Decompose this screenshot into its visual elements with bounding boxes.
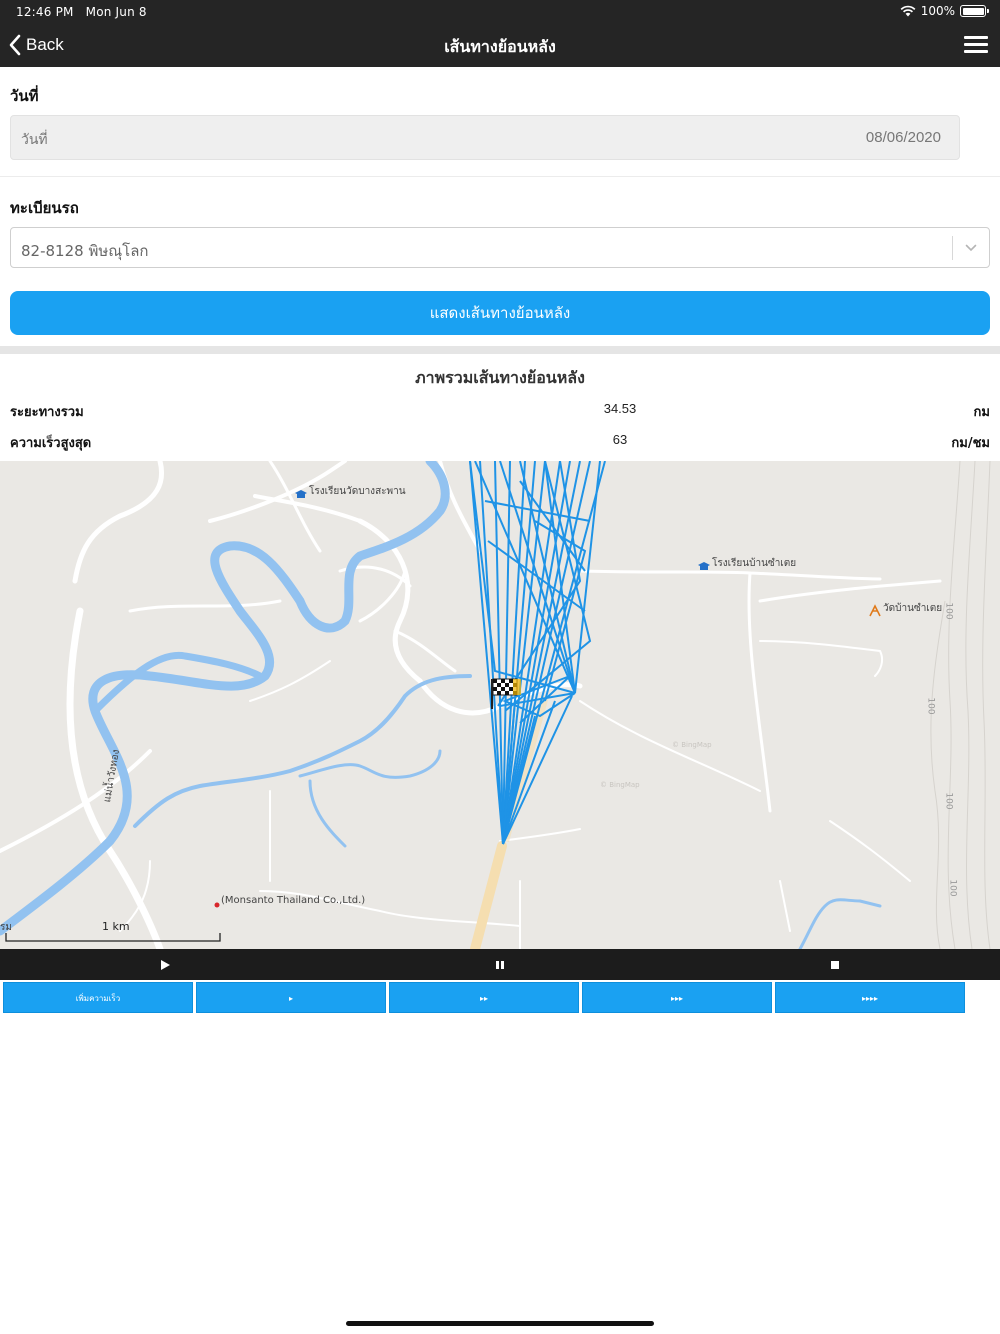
date-placeholder: วันที่ bbox=[21, 132, 48, 148]
poi-dot-icon bbox=[214, 902, 220, 908]
contour-label: 100 bbox=[943, 602, 954, 620]
map-label-edge: รม bbox=[0, 922, 12, 933]
plate-select[interactable]: 82-8128 พิษณุโลก bbox=[10, 227, 990, 268]
date-field[interactable]: วันที่ 08/06/2020 bbox=[10, 115, 960, 160]
wifi-icon bbox=[900, 5, 916, 17]
battery-icon bbox=[960, 5, 989, 17]
speed-controls: เพิ่มความเร็ว ▸ ▸▸ ▸▸▸ ▸▸▸▸ bbox=[0, 981, 1000, 1015]
map-label-company: (Monsanto Thailand Co.,Ltd.) bbox=[221, 895, 366, 906]
speed-4x-button[interactable]: ▸▸▸▸ bbox=[775, 982, 965, 1013]
speed-2x-button[interactable]: ▸▸ bbox=[389, 982, 579, 1013]
plate-label: ทะเบียนรถ bbox=[10, 199, 79, 217]
contour-label: 100 bbox=[943, 792, 954, 810]
stop-icon[interactable] bbox=[828, 958, 842, 972]
temple-icon bbox=[869, 604, 881, 617]
route-map[interactable]: โรงเรียนวัดบางสะพาน โรงเรียนบ้านซำเตย วั… bbox=[0, 461, 1000, 949]
section-separator bbox=[0, 346, 1000, 354]
speed-1x-button[interactable]: ▸ bbox=[196, 982, 386, 1013]
max-speed-value: 63 bbox=[612, 432, 628, 447]
contour-label: 100 bbox=[947, 879, 958, 897]
distance-label: ระยะทางรวม bbox=[10, 405, 84, 420]
map-canvas bbox=[0, 461, 991, 949]
contour-label: 100 bbox=[925, 697, 936, 715]
show-route-button[interactable]: แสดงเส้นทางย้อนหลัง bbox=[10, 291, 990, 335]
map-watermark: © BingMap bbox=[600, 781, 640, 789]
date-label: วันที่ bbox=[10, 87, 39, 105]
status-date: Mon Jun 8 bbox=[85, 5, 147, 19]
speed-3x-button[interactable]: ▸▸▸ bbox=[582, 982, 772, 1013]
distance-unit: กม bbox=[973, 405, 990, 420]
status-time: 12:46 PM Mon Jun 8 bbox=[16, 5, 147, 19]
summary-title: ภาพรวมเส้นทางย้อนหลัง bbox=[415, 368, 585, 387]
play-icon[interactable] bbox=[158, 958, 172, 972]
school-icon bbox=[698, 562, 710, 570]
status-indicators: 100% bbox=[900, 4, 989, 18]
select-separator bbox=[952, 236, 953, 260]
pause-icon[interactable] bbox=[493, 958, 507, 972]
map-label-school-2: โรงเรียนบ้านซำเตย bbox=[712, 558, 797, 569]
scale-bar bbox=[5, 933, 221, 942]
map-label-temple: วัดบ้านซำเตย bbox=[883, 603, 943, 614]
battery-percent: 100% bbox=[920, 4, 955, 18]
divider bbox=[0, 176, 1000, 177]
scale-label: 1 km bbox=[102, 920, 130, 933]
home-indicator[interactable] bbox=[346, 1321, 654, 1326]
speed-up-button[interactable]: เพิ่มความเร็ว bbox=[3, 982, 193, 1013]
map-label-school-1: โรงเรียนวัดบางสะพาน bbox=[309, 486, 406, 497]
date-value: 08/06/2020 bbox=[865, 129, 941, 146]
status-clock: 12:46 PM bbox=[16, 5, 74, 19]
playback-bar bbox=[0, 949, 1000, 980]
top-bar: 12:46 PM Mon Jun 8 100% Back เส้นทางย้อน… bbox=[0, 0, 1000, 67]
map-watermark: © BingMap bbox=[672, 741, 712, 749]
hamburger-menu-icon[interactable] bbox=[964, 36, 988, 54]
chevron-down-icon bbox=[965, 244, 977, 252]
plate-value: 82-8128 พิษณุโลก bbox=[21, 242, 149, 260]
max-speed-unit: กม/ชม bbox=[951, 436, 990, 451]
max-speed-label: ความเร็วสูงสุด bbox=[10, 436, 92, 451]
distance-value: 34.53 bbox=[603, 401, 637, 416]
page-title: เส้นทางย้อนหลัง bbox=[444, 37, 556, 56]
route-lines bbox=[469, 461, 606, 845]
